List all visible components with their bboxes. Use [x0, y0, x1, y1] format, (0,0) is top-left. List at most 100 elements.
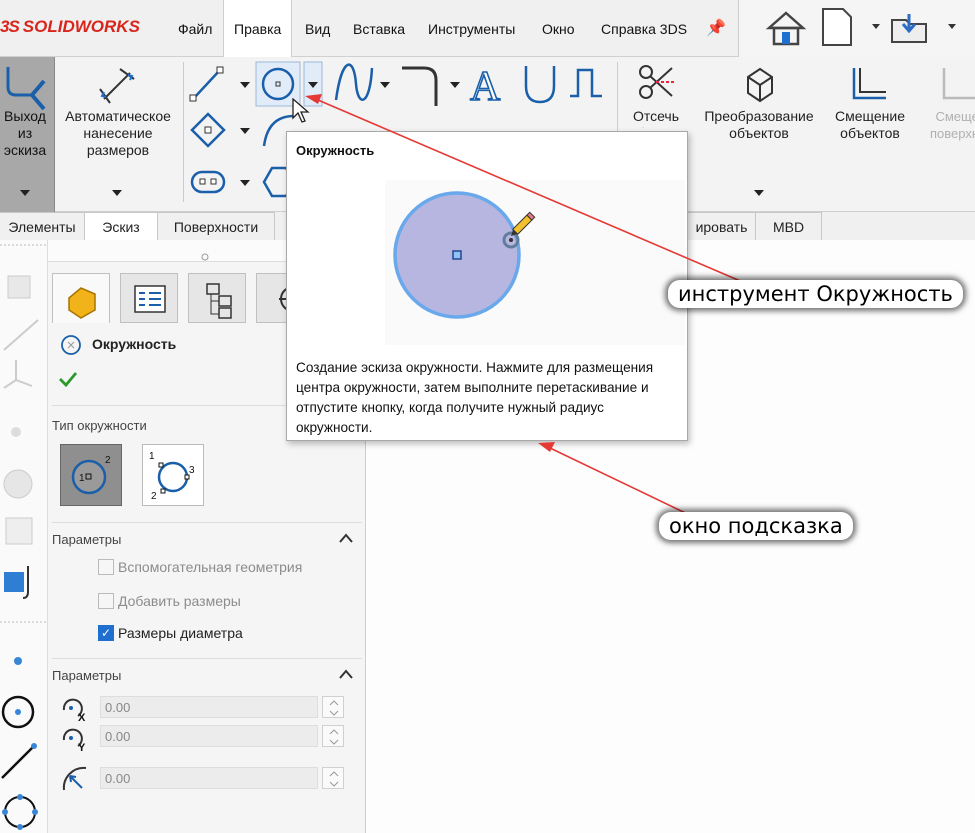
center-y-input[interactable]: 0.00 [100, 725, 318, 747]
chevron-down-icon[interactable] [752, 188, 766, 198]
svg-text:2: 2 [105, 455, 111, 466]
tooltip-callout-label: окно подсказка [659, 512, 853, 540]
view-cube-icon[interactable] [7, 275, 31, 299]
new-document-icon[interactable] [822, 8, 852, 46]
tooltip-circle-illustration [393, 191, 536, 319]
chevron-down-icon[interactable] [240, 128, 250, 134]
center-y-spinner[interactable] [322, 725, 344, 747]
menu-help[interactable]: Справка 3DS [591, 0, 697, 57]
menu-edit[interactable]: Правка [223, 0, 293, 57]
svg-text:Y: Y [78, 742, 86, 752]
convert-entities-label: Преобразование объектов [704, 108, 814, 141]
tool-callout-label: инструмент Окружность [668, 280, 963, 308]
add-dimensions-checkbox[interactable] [98, 593, 114, 609]
circle-icon[interactable] [1, 695, 35, 729]
axes-icon[interactable] [3, 360, 33, 389]
tab-evaluate[interactable]: ировать [688, 212, 756, 240]
rectangle-tool-icon[interactable] [190, 112, 226, 148]
radius-spinner[interactable] [322, 767, 344, 789]
tooltip-title: Окружность [296, 143, 375, 158]
menu-tools[interactable]: Инструменты [418, 0, 525, 57]
chevron-down-icon[interactable] [872, 24, 880, 29]
perimeter-circle-button[interactable]: 1 3 2 [142, 444, 204, 506]
point-icon[interactable] [11, 427, 21, 437]
chevron-down-icon[interactable] [18, 188, 32, 198]
configuration-icon [206, 283, 232, 319]
center-x-spinner[interactable] [322, 696, 344, 718]
radius-input[interactable]: 0.00 [100, 767, 318, 789]
diameter-dimensions-checkbox[interactable]: ✓ [98, 625, 114, 641]
open-folder-icon[interactable] [891, 14, 927, 43]
display-style-icon[interactable] [3, 469, 33, 499]
offset-surface-label: Смещение поверхности [930, 109, 975, 141]
section-divider [52, 658, 362, 659]
menu-file[interactable]: Файл [168, 0, 222, 57]
tab-property-manager[interactable] [120, 273, 178, 323]
svg-text:1: 1 [79, 473, 85, 484]
trim-icon[interactable] [634, 62, 678, 106]
solidworks-logo: 3S SOLIDWORKS [0, 17, 140, 36]
sketch-point-icon[interactable] [14, 657, 22, 665]
cube-paperclip-icon[interactable] [4, 566, 29, 599]
menu-window[interactable]: Окно [532, 0, 585, 57]
chevron-down-icon[interactable] [948, 24, 956, 29]
sketch-fillet-icon[interactable] [402, 66, 438, 106]
construction-geometry-label: Вспомогательная геометрия [118, 559, 303, 575]
polygon-icon[interactable] [2, 794, 38, 830]
tab-feature-manager[interactable] [52, 273, 110, 323]
sketch-text-icon[interactable]: A [469, 63, 502, 111]
svg-text:1: 1 [149, 451, 155, 462]
chevron-up-icon[interactable] [338, 532, 354, 544]
exit-sketch-label: Выход из эскиза [3, 108, 47, 158]
feature-tree-icon [68, 287, 96, 319]
construction-geometry-checkbox[interactable] [98, 559, 114, 575]
sketch-path-icon[interactable] [570, 68, 602, 98]
pin-icon[interactable]: 📌 [706, 18, 726, 38]
home-icon[interactable] [765, 11, 807, 46]
section-view-icon[interactable] [5, 517, 33, 545]
convert-entities-icon[interactable] [742, 65, 778, 105]
slot-u-icon[interactable] [524, 66, 556, 104]
ribbon-divider [183, 62, 184, 202]
chevron-down-icon[interactable] [110, 188, 124, 198]
params2-heading: Параметры [52, 668, 122, 683]
svg-text:3: 3 [189, 465, 195, 476]
offset-surface-icon[interactable] [936, 64, 975, 106]
slot-tool-icon[interactable] [190, 170, 226, 194]
menu-view[interactable]: Вид [295, 0, 340, 57]
auto-dimension-label: Автоматическое нанесение размеров [65, 108, 171, 158]
trim-label: Отсечь объекты [629, 108, 684, 128]
section-divider [52, 522, 362, 523]
quick-access-toolbar [738, 0, 975, 57]
solidworks-window: { "app": {"logo_prefix": "3S", "logo_tex… [0, 0, 975, 833]
chevron-down-icon[interactable] [450, 82, 460, 88]
mouse-cursor-icon [292, 98, 310, 123]
tab-configuration-manager[interactable] [188, 273, 246, 323]
tooltip-description: Создание эскиза окружности. Нажмите для … [296, 360, 654, 435]
auto-dimension-icon[interactable] [96, 65, 140, 109]
ok-check-icon[interactable] [58, 370, 78, 388]
add-dimensions-label: Добавить размеры [118, 593, 241, 609]
offset-entities-label: Смещение объектов [834, 108, 905, 141]
center-x-icon: X [62, 698, 86, 722]
diameter-dimensions-label: Размеры диаметра [118, 625, 243, 641]
tab-surfaces[interactable]: Поверхности [158, 212, 275, 240]
tab-features[interactable]: Элементы [0, 212, 85, 240]
chevron-up-icon[interactable] [338, 668, 354, 680]
line-icon[interactable] [3, 319, 39, 351]
spline-tool-icon[interactable] [334, 63, 374, 101]
sketch-line-icon[interactable] [1, 743, 37, 779]
center-x-input[interactable]: 0.00 [100, 696, 318, 718]
menu-insert[interactable]: Вставка [343, 0, 415, 57]
chevron-down-icon[interactable] [240, 180, 250, 186]
chevron-down-icon[interactable] [380, 82, 390, 88]
center-circle-icon: 12 [71, 455, 111, 495]
center-y-icon: Y [62, 728, 86, 752]
offset-entities-icon[interactable] [846, 64, 890, 106]
perimeter-circle-icon: 1 3 2 [149, 451, 195, 502]
chevron-down-icon[interactable] [240, 82, 250, 88]
tab-sketch[interactable]: Эскиз [85, 212, 158, 240]
line-tool-icon[interactable] [189, 66, 224, 102]
center-radius-circle-button[interactable]: 12 [60, 444, 122, 506]
tab-mbd[interactable]: MBD [756, 212, 822, 240]
